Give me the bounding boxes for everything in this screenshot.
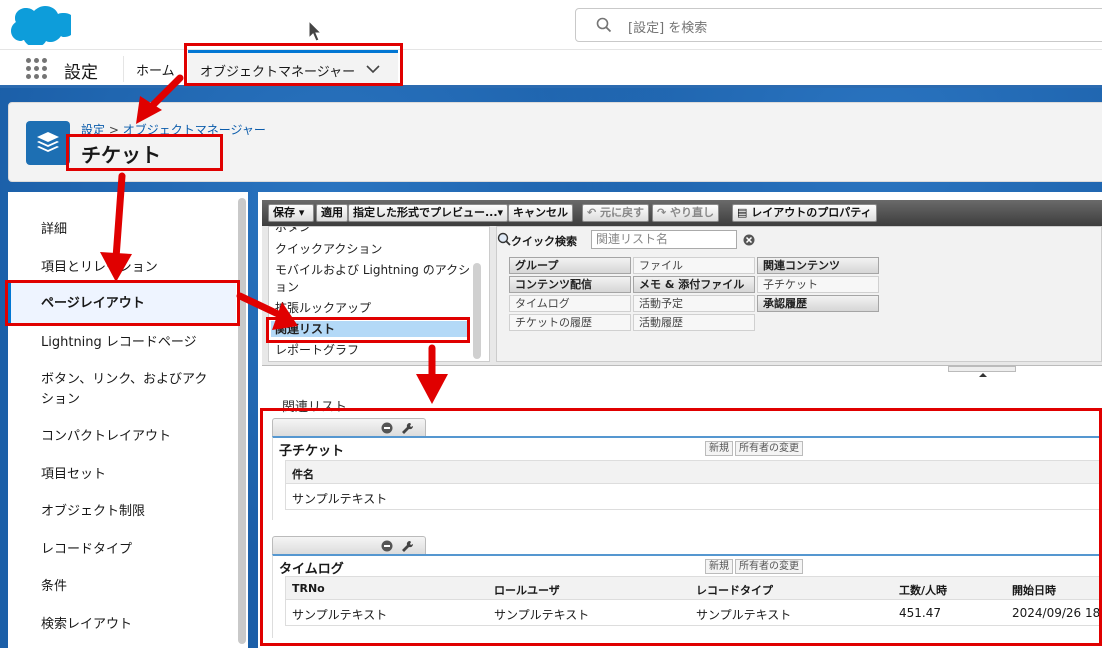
redo-icon: ↷ bbox=[657, 206, 671, 219]
palette-scrollbar[interactable] bbox=[473, 263, 481, 359]
sidebar-item-buttons-cont[interactable]: ション bbox=[8, 390, 236, 410]
app-nav-bar: 設定 ホーム オブジェクトマネージャー bbox=[0, 50, 1102, 88]
palette-category[interactable]: モバイルおよび Lightning のアクシ bbox=[275, 262, 470, 278]
caret-up-icon bbox=[979, 373, 987, 377]
layers-icon bbox=[26, 121, 70, 165]
sidebar-item-fields[interactable]: 項目とリレーション bbox=[8, 258, 236, 278]
palette-category[interactable]: ボタン bbox=[275, 227, 311, 235]
palette-resize-handle[interactable] bbox=[948, 366, 1016, 377]
sidebar-item-lightning-pages[interactable]: Lightning レコードページ bbox=[8, 333, 236, 353]
palette-item-time-log[interactable]: タイムログ bbox=[509, 295, 631, 312]
mouse-cursor-icon bbox=[308, 20, 323, 42]
palette-item-ticket-history[interactable]: チケットの履歴 bbox=[509, 314, 631, 331]
global-header: [設定] を検索 bbox=[0, 0, 1102, 50]
palette-item-activity-history[interactable]: 活動履歴 bbox=[633, 314, 755, 331]
redo-button[interactable]: ↷ やり直し bbox=[652, 204, 720, 222]
app-launcher-icon[interactable] bbox=[26, 58, 48, 80]
cancel-button[interactable]: キャンセル bbox=[508, 204, 573, 222]
sidebar-item-compact-layouts[interactable]: コンパクトレイアウト bbox=[8, 427, 236, 447]
sidebar-item-details[interactable]: 詳細 bbox=[8, 220, 236, 240]
palette-category[interactable]: レポートグラフ bbox=[275, 342, 359, 358]
sidebar-item-object-limits[interactable]: オブジェクト制限 bbox=[8, 502, 236, 522]
palette-item-files[interactable]: ファイル bbox=[633, 257, 755, 274]
palette-item-open-activities[interactable]: 活動予定 bbox=[633, 295, 755, 312]
preview-label: 指定した形式でプレビュー... bbox=[353, 206, 498, 219]
sidebar-item-field-sets[interactable]: 項目セット bbox=[8, 465, 236, 485]
salesforce-cloud-logo[interactable] bbox=[9, 5, 71, 45]
magnifier-icon bbox=[497, 232, 511, 246]
save-label: 保存 bbox=[273, 206, 295, 219]
sidebar-item-record-types[interactable]: レコードタイプ bbox=[8, 540, 236, 560]
nav-tab-home[interactable]: ホーム bbox=[136, 60, 175, 79]
palette-item-content-delivery[interactable]: コンテンツ配信 bbox=[509, 276, 631, 293]
sidebar-item-conditions[interactable]: 条件 bbox=[8, 577, 236, 597]
search-icon bbox=[596, 17, 612, 33]
palette: ボタン クイックアクション モバイルおよび Lightning のアクシ ョン … bbox=[262, 226, 1102, 366]
sidebar-item-buttons[interactable]: ボタン、リンク、およびアク bbox=[8, 370, 236, 390]
palette-category[interactable]: ョン bbox=[275, 279, 299, 295]
palette-category[interactable]: クイックアクション bbox=[275, 241, 382, 257]
properties-icon: ▤ bbox=[737, 206, 752, 219]
undo-button[interactable]: ↶ 元に戻す bbox=[582, 204, 650, 222]
layout-properties-button[interactable]: ▤ レイアウトのプロパティ bbox=[732, 204, 877, 222]
palette-item-related-content[interactable]: 関連コンテンツ bbox=[757, 257, 879, 274]
apply-button[interactable]: 適用 bbox=[316, 204, 348, 222]
quick-search-input[interactable]: 関連リスト名 bbox=[591, 230, 737, 249]
editor-toolbar: 保存 ▾ 適用 指定した形式でプレビュー...▾ キャンセル ↶ 元に戻す ↷ … bbox=[262, 200, 1102, 226]
object-sidebar: 詳細 項目とリレーション ページレイアウト Lightning レコードページ … bbox=[8, 192, 248, 648]
setup-search-box[interactable]: [設定] を検索 bbox=[575, 8, 1102, 42]
annotation-box-layout-area bbox=[260, 408, 1102, 646]
save-button[interactable]: 保存 ▾ bbox=[268, 204, 314, 222]
palette-category[interactable]: 拡張ルックアップ bbox=[275, 300, 371, 316]
undo-label: 元に戻す bbox=[600, 206, 645, 219]
search-placeholder: [設定] を検索 bbox=[628, 21, 708, 36]
palette-item-notes-attachments[interactable]: メモ & 添付ファイル bbox=[633, 276, 755, 293]
quick-search-label: クイック検索 bbox=[511, 235, 577, 248]
annotation-box-title bbox=[66, 134, 223, 171]
preview-as-button[interactable]: 指定した形式でプレビュー...▾ bbox=[348, 204, 509, 222]
annotation-box-page-layouts bbox=[5, 280, 240, 326]
nav-divider bbox=[123, 56, 124, 82]
palette-item-groups[interactable]: グループ bbox=[509, 257, 631, 274]
sidebar-item-search-layouts[interactable]: 検索レイアウト bbox=[8, 615, 236, 635]
undo-icon: ↶ bbox=[587, 206, 601, 219]
clear-icon[interactable] bbox=[743, 234, 755, 246]
palette-item-approval-history[interactable]: 承認履歴 bbox=[757, 295, 879, 312]
palette-items: クイック検索 関連リスト名 グループ ファイル 関連コンテンツ コンテンツ配信 … bbox=[496, 226, 1102, 362]
sidebar-scrollbar[interactable] bbox=[238, 198, 246, 644]
app-name: 設定 bbox=[64, 63, 98, 83]
annotation-box-object-manager bbox=[184, 43, 403, 86]
annotation-box-related-lists bbox=[266, 317, 470, 343]
redo-label: やり直し bbox=[670, 206, 715, 219]
palette-item-child-tickets[interactable]: 子チケット bbox=[757, 276, 879, 293]
properties-label: レイアウトのプロパティ bbox=[751, 206, 872, 219]
